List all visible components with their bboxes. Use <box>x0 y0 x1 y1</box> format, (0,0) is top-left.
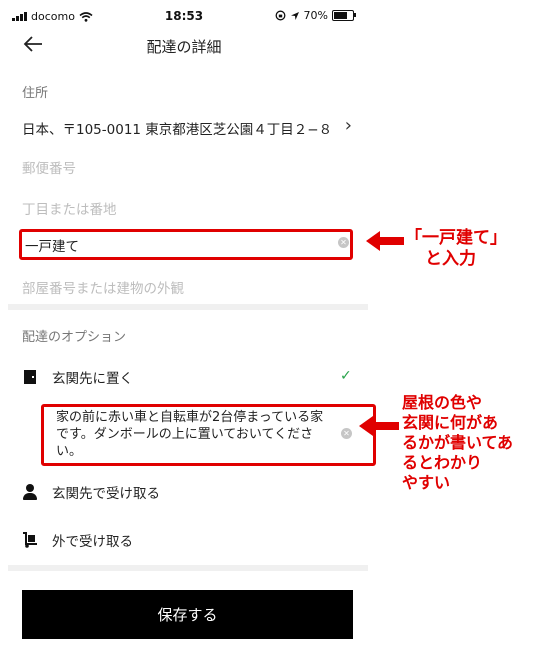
hand-truck-icon <box>22 532 38 548</box>
battery-fill <box>334 12 347 19</box>
room-number-placeholder: 部屋番号または建物の外観 <box>22 281 184 297</box>
address-section-label: 住所 <box>22 86 49 101</box>
options-section-label: 配達のオプション <box>22 330 127 345</box>
battery-icon <box>332 10 356 21</box>
room-number-field[interactable]: 部屋番号または建物の外観 <box>22 277 348 297</box>
postal-code-placeholder: 郵便番号 <box>22 161 76 177</box>
option-leave-at-door[interactable]: 玄関先に置く <box>22 367 133 387</box>
checkmark-icon: ✓ <box>340 368 352 384</box>
annotation-arrow-icon <box>366 231 404 251</box>
annotation-building-line-1: 「一戸建て」 <box>405 228 507 248</box>
orientation-lock-icon <box>275 10 285 21</box>
battery-percent: 70% <box>303 9 328 22</box>
option-meet-at-door-label: 玄関先で受け取る <box>52 486 160 502</box>
door-icon <box>22 369 38 385</box>
delivery-note-field[interactable]: 家の前に赤い車と自転車が2台停まっている家です。ダンボールの上に置いておいてくだ… <box>56 409 334 460</box>
chevron-right-icon[interactable]: › <box>345 115 352 136</box>
phone-screen: docomo 18:53 70% 配達の詳細 住所 日本、〒105-0011 東… <box>0 0 376 655</box>
annotation-note-line-5: やすい <box>402 473 451 492</box>
annotation-note: 屋根の色や 玄関に何があ るかが書いてあ るとわかり やすい <box>402 393 513 493</box>
status-bar: docomo 18:53 70% <box>0 0 368 30</box>
option-meet-at-door[interactable]: 玄関先で受け取る <box>22 482 160 502</box>
annotation-note-line-2: 玄関に何があ <box>402 413 499 432</box>
location-icon <box>290 11 299 20</box>
annotation-note-line-1: 屋根の色や <box>402 393 483 412</box>
section-divider <box>8 304 368 310</box>
postal-code-field[interactable]: 郵便番号 <box>22 157 348 177</box>
building-type-value: 一戸建て <box>25 239 79 255</box>
annotation-arrow-note-icon <box>359 416 399 436</box>
header: 配達の詳細 <box>0 30 368 60</box>
annotation-building: 「一戸建て」 と入力 <box>405 228 507 270</box>
option-leave-at-door-label: 玄関先に置く <box>52 371 133 387</box>
annotation-note-line-4: るとわかり <box>402 453 483 472</box>
section-divider-bottom <box>8 565 368 571</box>
block-number-field[interactable]: 丁目または番地 <box>22 198 348 218</box>
save-button[interactable]: 保存する <box>22 590 353 639</box>
status-right: 70% <box>275 9 356 22</box>
annotation-note-line-3: るかが書いてあ <box>402 433 514 452</box>
option-meet-outside[interactable]: 外で受け取る <box>22 530 133 550</box>
address-text[interactable]: 日本、〒105-0011 東京都港区芝公園４丁目２−８ <box>22 118 352 138</box>
clear-note-icon[interactable]: ✕ <box>341 428 352 439</box>
clear-building-icon[interactable]: ✕ <box>338 237 349 248</box>
person-icon <box>22 484 38 500</box>
block-number-placeholder: 丁目または番地 <box>22 202 117 218</box>
annotation-building-line-2: と入力 <box>425 249 476 269</box>
option-meet-outside-label: 外で受け取る <box>52 534 133 550</box>
building-type-field[interactable]: 一戸建て <box>25 235 325 255</box>
page-title: 配達の詳細 <box>146 38 222 56</box>
